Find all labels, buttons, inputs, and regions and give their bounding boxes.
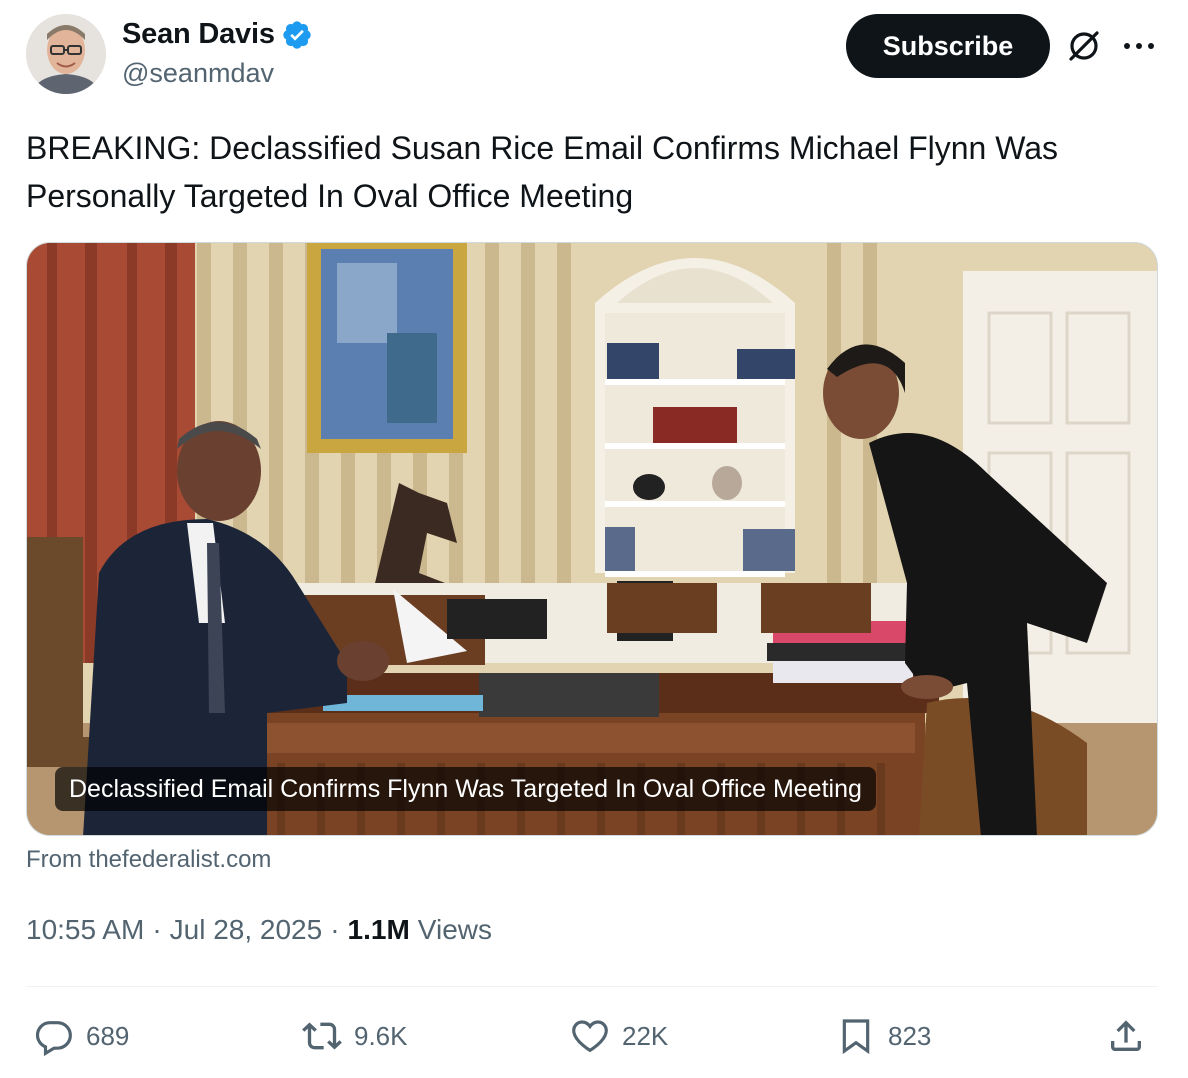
- share-icon: [1111, 1020, 1141, 1051]
- reply-button[interactable]: 689: [34, 1008, 129, 1064]
- tweet-meta: 10:55 AM · Jul 28, 2025 · 1.1M Views: [26, 914, 492, 946]
- like-button[interactable]: 22K: [570, 1008, 668, 1064]
- repost-icon: [302, 1022, 342, 1050]
- more-icon[interactable]: [1122, 34, 1156, 58]
- views-label: Views: [417, 914, 492, 945]
- action-bar: 689 9.6K 22K 823: [26, 1008, 1158, 1064]
- divider: [26, 986, 1158, 987]
- subscribe-button[interactable]: Subscribe: [846, 14, 1050, 78]
- card-image: [27, 243, 1157, 835]
- bookmark-count: 823: [888, 1020, 932, 1051]
- bookmark-button[interactable]: 823: [836, 1008, 931, 1064]
- heart-icon: [572, 1020, 608, 1053]
- like-count: 22K: [622, 1020, 669, 1051]
- tweet-time[interactable]: 10:55 AM: [26, 914, 144, 946]
- bookmark-icon: [842, 1019, 870, 1055]
- reply-count: 689: [86, 1020, 130, 1051]
- views-count: 1.1M: [347, 914, 410, 945]
- verified-badge-icon[interactable]: [281, 19, 313, 51]
- repost-count: 9.6K: [354, 1020, 408, 1051]
- reply-icon: [35, 1021, 72, 1056]
- share-button[interactable]: [1106, 1008, 1146, 1064]
- tweet-text: BREAKING: Declassified Susan Rice Email …: [26, 130, 1059, 214]
- link-card[interactable]: Declassified Email Confirms Flynn Was Ta…: [26, 242, 1158, 836]
- avatar[interactable]: [26, 14, 106, 94]
- author-handle[interactable]: @seanmdav: [122, 58, 274, 89]
- meta-separator: ·: [152, 914, 162, 945]
- tweet-header: Sean Davis @seanmdav Subscribe: [26, 14, 1162, 94]
- grok-icon[interactable]: [1066, 28, 1102, 64]
- card-caption: Declassified Email Confirms Flynn Was Ta…: [55, 767, 876, 811]
- card-source[interactable]: From thefederalist.com: [26, 846, 271, 874]
- tweet-date[interactable]: Jul 28, 2025: [170, 914, 323, 946]
- author-display-name[interactable]: Sean Davis: [122, 18, 275, 51]
- author-name-row: Sean Davis: [122, 18, 313, 51]
- repost-button[interactable]: 9.6K: [302, 1008, 408, 1064]
- meta-separator: ·: [330, 914, 340, 945]
